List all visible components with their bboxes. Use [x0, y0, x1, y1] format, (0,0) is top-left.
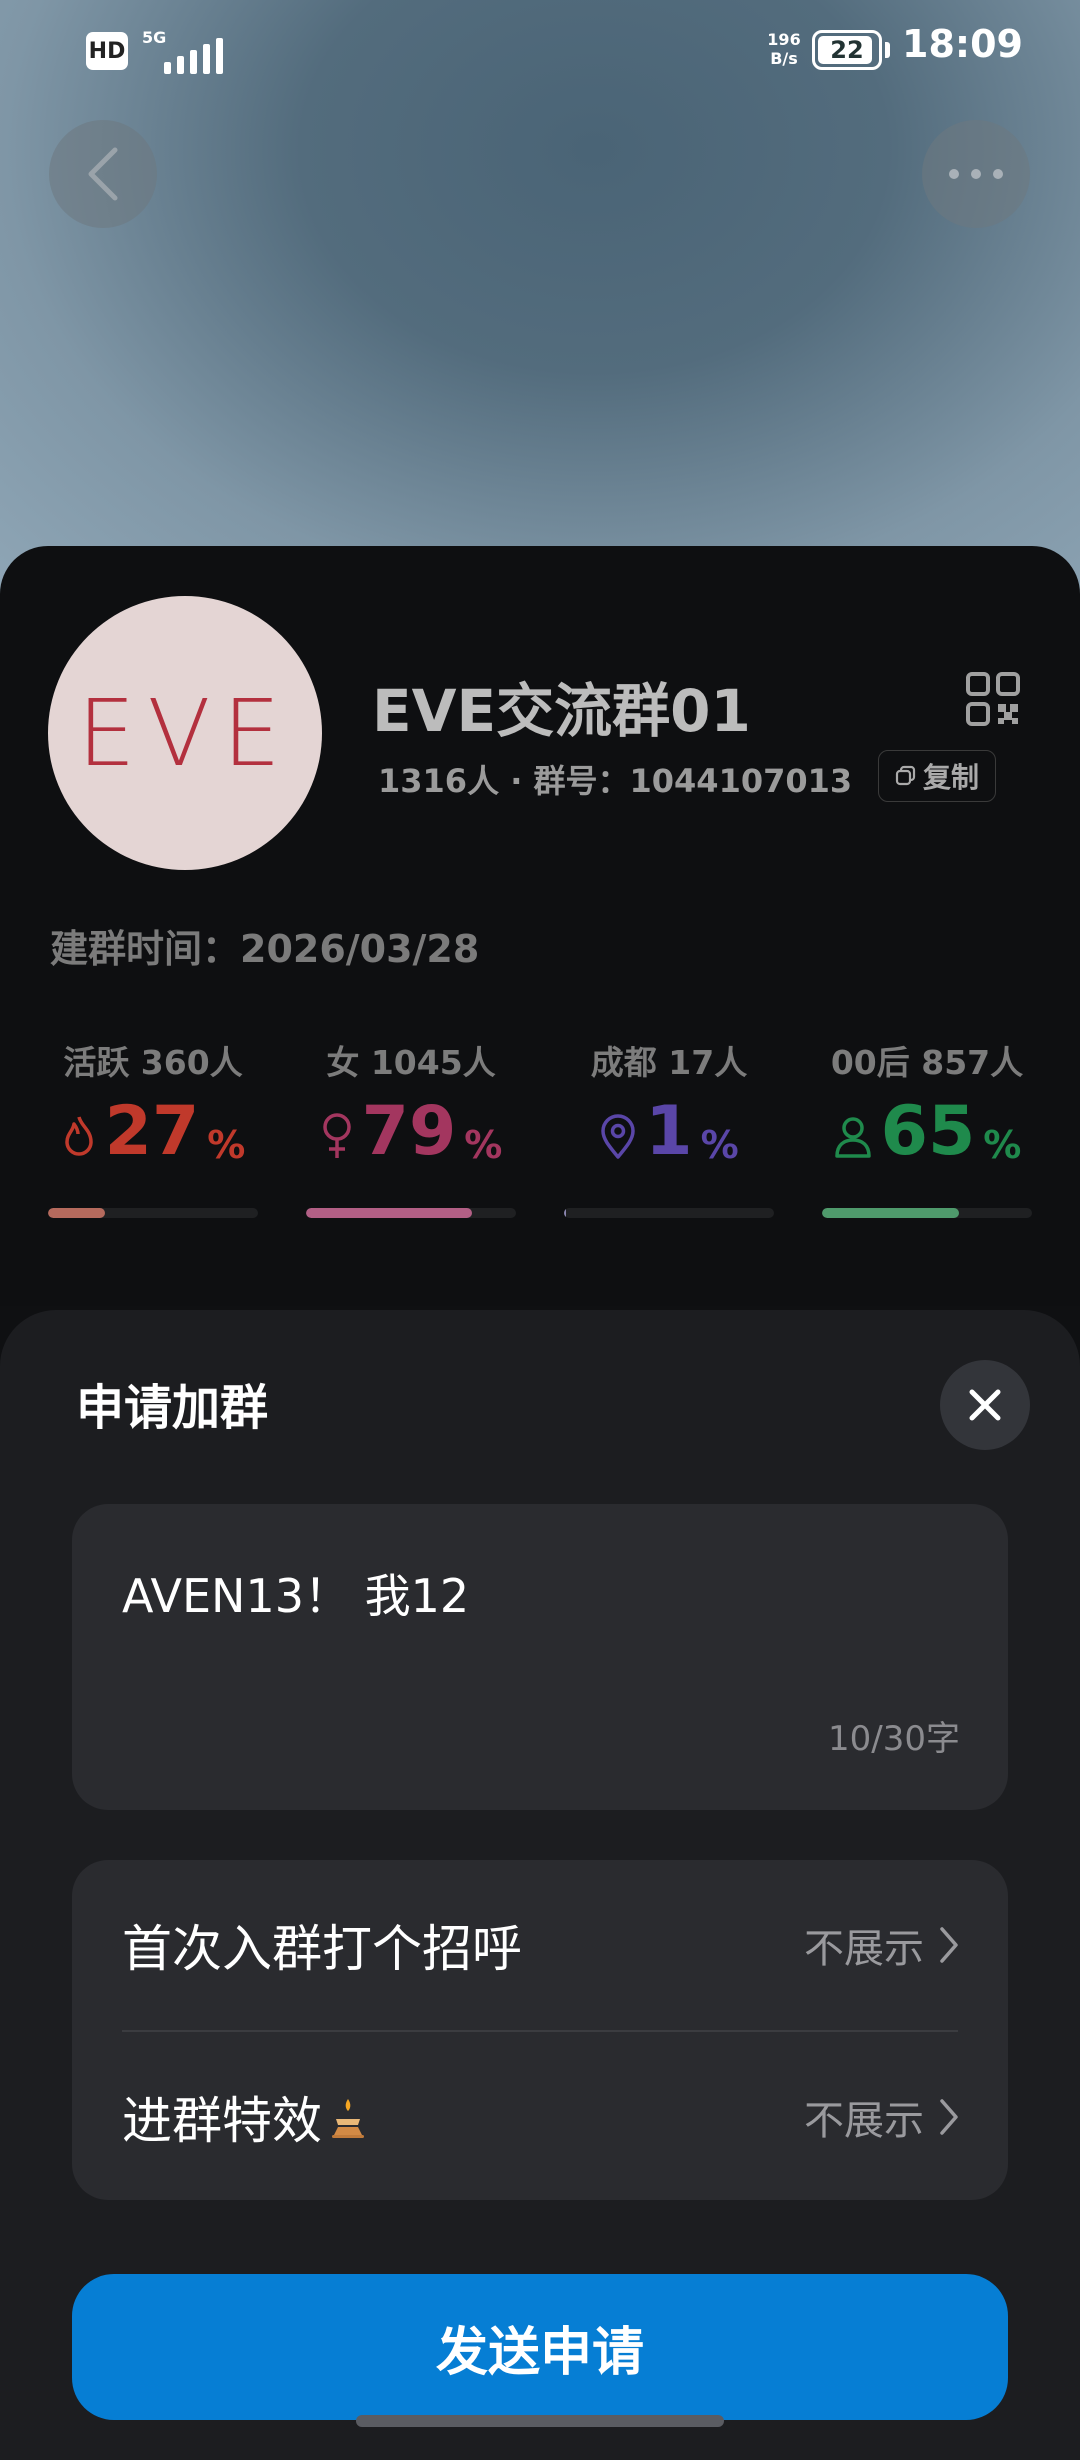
copy-button[interactable]: 复制	[878, 750, 996, 802]
battery-level: 22	[830, 36, 864, 64]
stat-bar	[564, 1208, 774, 1218]
hd-badge: HD	[86, 32, 128, 70]
group-stats: 活跃 360人 27 % 女 1045人 79 % 成都 17人 1 % 00后…	[48, 1036, 1032, 1218]
send-request-button[interactable]: 发送申请	[72, 2274, 1008, 2420]
status-bar: HD 5G 196 B/s 22 18:09	[0, 0, 1080, 110]
person-icon	[834, 1117, 871, 1158]
network-type: 5G	[142, 28, 167, 47]
chevron-right-icon	[940, 1927, 958, 1963]
copy-label: 复制	[922, 761, 979, 794]
more-horizontal-icon	[949, 169, 1003, 179]
stat-value: 27	[104, 1092, 200, 1171]
signal-icon	[164, 36, 223, 74]
option-value: 不展示	[804, 1926, 924, 1972]
options-panel: 首次入群打个招呼 不展示 进群特效 不展示	[72, 1860, 1008, 2200]
stat-location: 成都 17人 1 %	[564, 1036, 774, 1218]
close-icon	[969, 1389, 1001, 1421]
close-button[interactable]	[940, 1360, 1030, 1450]
char-counter: 10/30字	[828, 1719, 960, 1759]
stat-bar	[822, 1208, 1032, 1218]
location-icon	[601, 1114, 636, 1159]
created-date: 建群时间：2026/03/28	[50, 927, 480, 971]
stat-label: 00后 857人	[830, 1043, 1024, 1082]
stat-label: 女 1045人	[326, 1043, 496, 1082]
join-request-sheet: 申请加群 AVEN13！ 我12 10/30字 首次入群打个招呼 不展示 进群特…	[0, 1310, 1080, 2460]
battery-tip	[885, 42, 890, 58]
copy-icon	[895, 765, 916, 786]
more-button[interactable]	[922, 120, 1030, 228]
stat-value: 1	[645, 1092, 693, 1171]
network-speed: 196 B/s	[767, 30, 801, 68]
option-value: 不展示	[804, 2098, 924, 2144]
home-indicator[interactable]	[356, 2415, 724, 2427]
group-avatar: EVE	[48, 596, 322, 870]
option-label: 进群特效	[122, 2092, 322, 2150]
sheet-title: 申请加群	[76, 1380, 269, 1436]
option-greeting[interactable]: 首次入群打个招呼 不展示	[72, 1860, 1008, 2030]
option-entry-effect[interactable]: 进群特效 不展示	[72, 2032, 1008, 2202]
back-button[interactable]	[49, 120, 157, 228]
female-icon	[322, 1113, 351, 1158]
stat-value: 65	[880, 1092, 976, 1171]
stat-label: 成都 17人	[590, 1043, 748, 1082]
clock: 18:09	[902, 22, 1023, 66]
effect-icon	[332, 2099, 364, 2138]
stat-value: 79	[361, 1092, 457, 1171]
stat-bar-fill	[306, 1208, 472, 1218]
avatar-logo-text: EVE	[77, 679, 293, 787]
group-meta: 1316人 · 群号：1044107013	[378, 762, 853, 800]
stat-age: 00后 857人 65 %	[822, 1036, 1032, 1218]
stat-unit: %	[207, 1123, 246, 1167]
stat-active: 活跃 360人 27 %	[48, 1036, 258, 1218]
flame-icon	[64, 1116, 93, 1156]
option-label: 首次入群打个招呼	[122, 1920, 522, 1978]
stat-unit: %	[464, 1123, 503, 1167]
qr-code-icon[interactable]	[966, 672, 1020, 726]
group-name: EVE交流群01	[372, 677, 751, 745]
stat-unit: %	[700, 1123, 739, 1167]
stat-bar-fill	[822, 1208, 959, 1218]
stat-bar	[306, 1208, 516, 1218]
battery-icon: 22	[812, 30, 882, 70]
stat-label: 活跃 360人	[63, 1043, 243, 1082]
chevron-right-icon	[940, 2099, 958, 2135]
group-info-card: EVE EVE交流群01 1316人 · 群号：1044107013 复制 建群…	[0, 546, 1080, 1306]
stat-female: 女 1045人 79 %	[306, 1036, 516, 1218]
stat-bar	[48, 1208, 258, 1218]
chevron-left-icon	[88, 147, 118, 201]
message-text[interactable]: AVEN13！ 我12	[122, 1560, 469, 1626]
stat-bar-fill	[48, 1208, 105, 1218]
stat-unit: %	[983, 1123, 1022, 1167]
message-input[interactable]: AVEN13！ 我12 10/30字	[72, 1504, 1008, 1810]
stat-bar-fill	[564, 1208, 567, 1218]
